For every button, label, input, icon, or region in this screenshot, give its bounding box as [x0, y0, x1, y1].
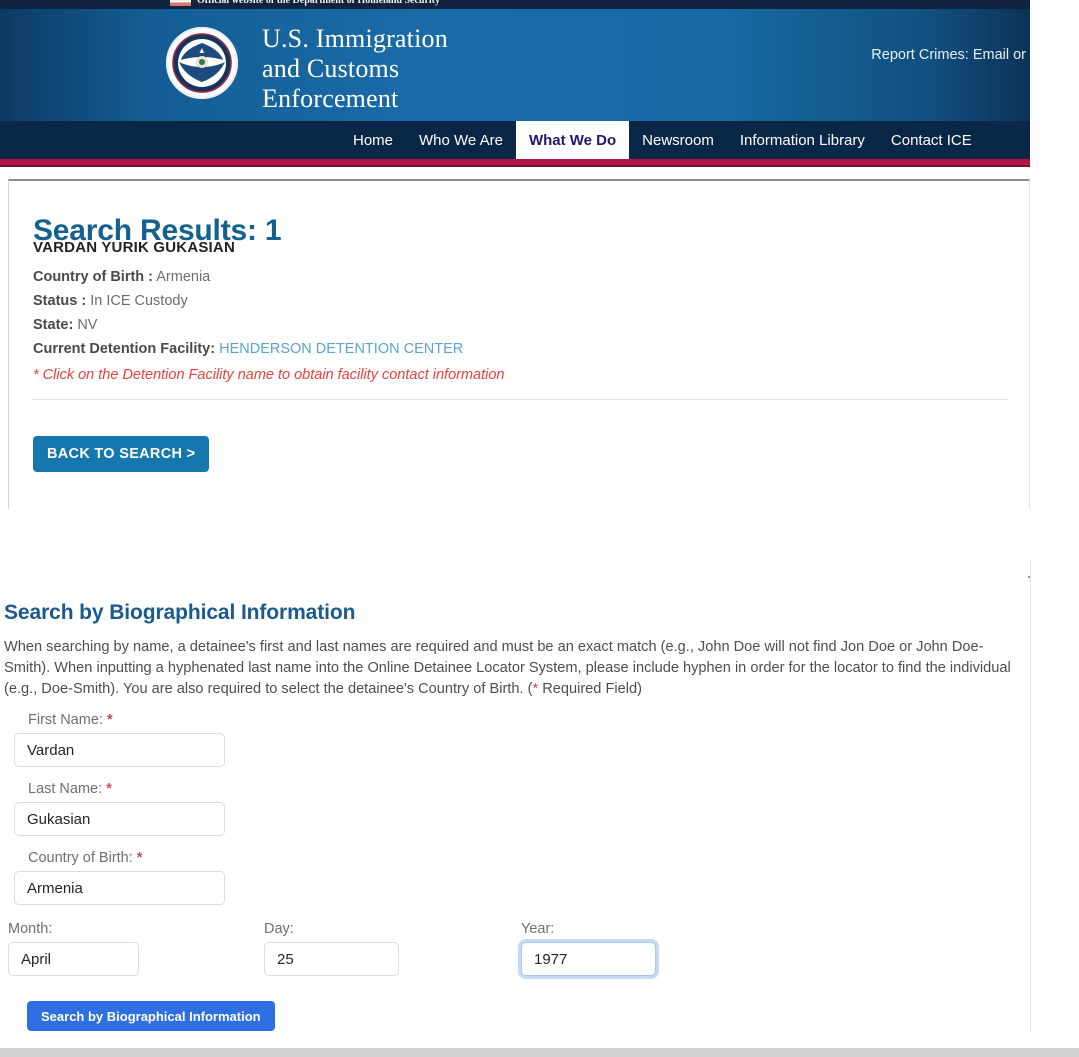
- nav-item-what-we-do[interactable]: What We Do: [515, 121, 630, 159]
- detail-state: State: NV: [33, 317, 97, 333]
- bio-instructions: When searching by name, a detainee's fir…: [4, 637, 1016, 700]
- nav-accent-rule: [0, 159, 1030, 167]
- bio-section-title: Search by Biographical Information: [4, 601, 356, 625]
- detail-country-label: Country of Birth :: [33, 269, 154, 285]
- detail-country-value: Armenia: [156, 269, 211, 285]
- field-group-year: Year: 1977: [521, 921, 656, 976]
- site-header: U.S. Immigration and Customs Enforcement…: [0, 9, 1030, 121]
- detention-facility-link[interactable]: HENDERSON DETENTION CENTER: [219, 341, 463, 357]
- biographical-search-section: Search by Biographical Information When …: [0, 560, 1079, 1032]
- country-of-birth-select[interactable]: Armenia: [14, 871, 225, 905]
- report-crimes-link[interactable]: Report Crimes: Email or: [871, 47, 1030, 63]
- footer-bar: [0, 1048, 1079, 1057]
- country-of-birth-required-star: *: [136, 850, 143, 866]
- first-name-label-text: First Name:: [28, 712, 103, 728]
- field-group-last-name: Last Name: * Gukasian: [14, 781, 225, 836]
- detainee-name: VARDAN YURIK GUKASIAN: [33, 239, 235, 256]
- field-group-first-name: First Name: * Vardan: [14, 712, 225, 767]
- field-group-country-of-birth: Country of Birth: * Armenia: [14, 850, 225, 905]
- field-group-month: Month: April: [8, 921, 139, 976]
- first-name-required-star: *: [106, 712, 113, 728]
- nav-item-home[interactable]: Home: [340, 121, 406, 159]
- last-name-label: Last Name: *: [28, 781, 225, 797]
- nav-item-information-library[interactable]: Information Library: [727, 121, 878, 159]
- results-divider: [33, 399, 1008, 400]
- month-select[interactable]: April: [8, 942, 139, 976]
- last-name-label-text: Last Name:: [28, 781, 103, 797]
- search-by-biographical-information-button[interactable]: Search by Biographical Information: [27, 1001, 275, 1031]
- nav-item-who-we-are[interactable]: Who We Are: [406, 121, 516, 159]
- facility-contact-note: * Click on the Detention Facility name t…: [33, 367, 505, 383]
- detail-country-of-birth: Country of Birth : Armenia: [33, 269, 210, 285]
- dhs-seal-icon: [165, 26, 239, 100]
- detail-state-value: NV: [77, 317, 98, 333]
- dhs-banner-text: Official website of the Department of Ho…: [197, 0, 441, 6]
- bio-instructions-part2: Required Field): [538, 680, 642, 697]
- country-of-birth-label-text: Country of Birth:: [28, 850, 133, 866]
- day-label: Day:: [264, 921, 294, 937]
- detail-status-value: In ICE Custody: [90, 293, 188, 309]
- us-flag-icon: [170, 0, 191, 6]
- detail-status-label: Status :: [33, 293, 87, 309]
- back-to-search-button[interactable]: BACK TO SEARCH >: [33, 436, 210, 472]
- wordmark-line-2: and Customs: [262, 54, 400, 83]
- first-name-input[interactable]: Vardan: [14, 733, 225, 767]
- field-group-day: Day: 25: [264, 921, 399, 976]
- year-label: Year:: [521, 921, 555, 937]
- detail-status: Status : In ICE Custody: [33, 293, 188, 309]
- bio-section-right-border: [1030, 560, 1031, 1032]
- wordmark-line-1: U.S. Immigration: [262, 24, 448, 53]
- detail-detention-facility: Current Detention Facility: HENDERSON DE…: [33, 341, 463, 357]
- nav-list: Home Who We Are What We Do Newsroom Info…: [340, 121, 985, 159]
- day-select[interactable]: 25: [264, 942, 399, 976]
- year-input[interactable]: 1977: [521, 942, 656, 976]
- bio-instructions-part1: When searching by name, a detainee's fir…: [4, 638, 1011, 697]
- first-name-label: First Name: *: [28, 712, 225, 728]
- ice-wordmark: U.S. Immigration and Customs Enforcement: [262, 24, 448, 114]
- last-name-input[interactable]: Gukasian: [14, 802, 225, 836]
- nav-item-contact-ice[interactable]: Contact ICE: [878, 121, 985, 159]
- search-results-panel: Search Results: 1 VARDAN YURIK GUKASIAN …: [8, 179, 1030, 509]
- primary-navigation: Home Who We Are What We Do Newsroom Info…: [0, 121, 1030, 159]
- bio-section-marker: [1028, 576, 1030, 578]
- dhs-official-banner: Official website of the Department of Ho…: [0, 0, 1030, 9]
- detail-facility-label: Current Detention Facility:: [33, 341, 216, 357]
- nav-item-newsroom[interactable]: Newsroom: [629, 121, 727, 159]
- month-label: Month:: [8, 921, 53, 937]
- country-of-birth-label: Country of Birth: *: [28, 850, 225, 866]
- last-name-required-star: *: [106, 781, 112, 797]
- detail-state-label: State:: [33, 317, 74, 333]
- wordmark-line-3: Enforcement: [262, 84, 399, 113]
